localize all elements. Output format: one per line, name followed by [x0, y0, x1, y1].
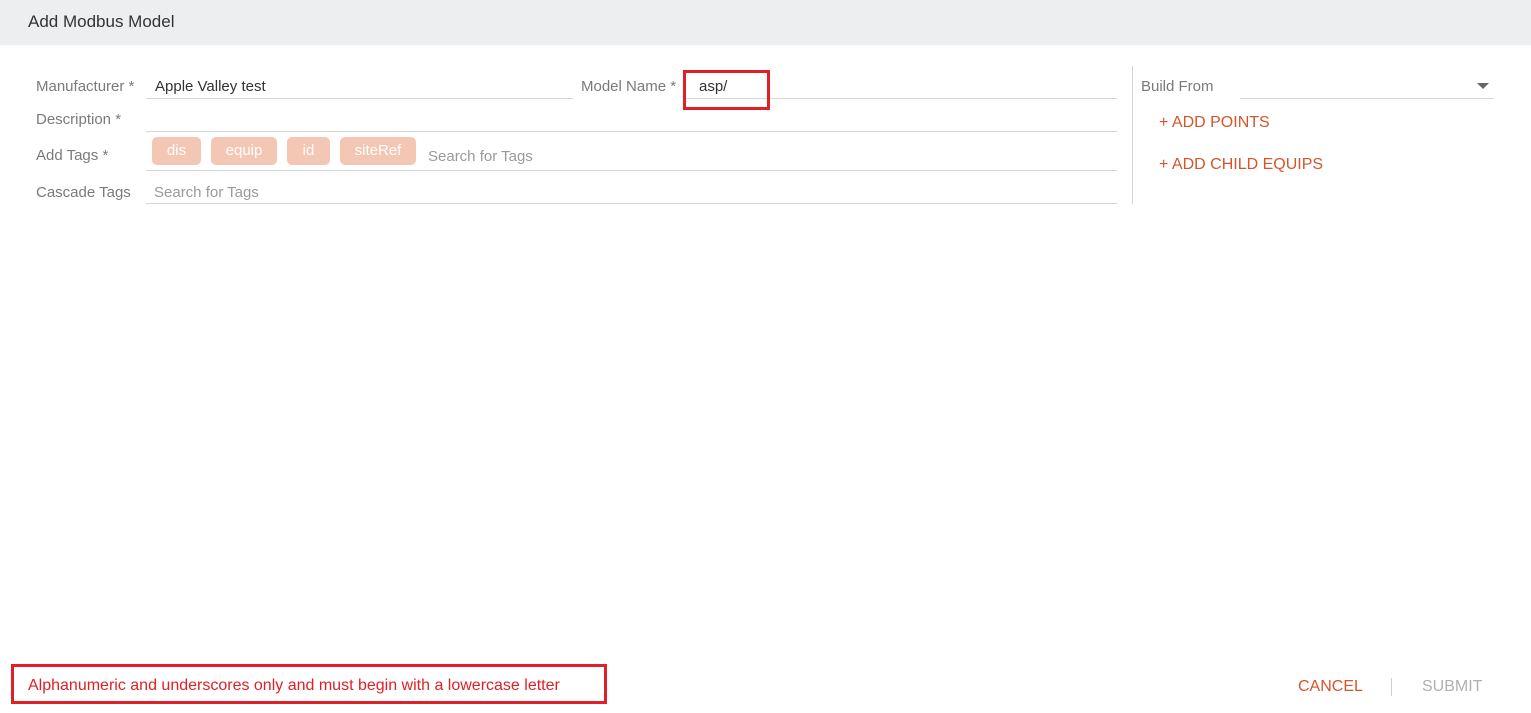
build-from-select[interactable]: [1240, 70, 1494, 99]
build-from-underline: [1240, 98, 1494, 99]
description-underline: [146, 131, 1117, 132]
add-tags-search-input[interactable]: Search for Tags: [426, 140, 1116, 168]
tag-chip[interactable]: equip: [211, 137, 277, 165]
cancel-button[interactable]: CANCEL: [1298, 678, 1363, 696]
manufacturer-label: Manufacturer *: [36, 78, 135, 95]
tag-chip[interactable]: dis: [152, 137, 201, 165]
tag-chip[interactable]: siteRef: [340, 137, 416, 165]
validation-error-message: Alphanumeric and underscores only and mu…: [28, 677, 560, 694]
add-points-button[interactable]: + ADD POINTS: [1159, 114, 1270, 132]
dialog-header: Add Modbus Model: [0, 0, 1531, 45]
description-field[interactable]: [146, 104, 1117, 132]
manufacturer-underline: [146, 98, 573, 99]
manufacturer-value: Apple Valley test: [155, 78, 266, 95]
panel-divider: [1132, 66, 1133, 204]
chevron-down-icon[interactable]: [1477, 83, 1489, 89]
cascade-tags-underline: [146, 203, 1117, 204]
add-modbus-model-dialog: Add Modbus Model Manufacturer * Apple Va…: [0, 0, 1531, 713]
add-tags-label: Add Tags *: [36, 147, 109, 164]
add-child-equips-button[interactable]: + ADD CHILD EQUIPS: [1159, 156, 1323, 174]
manufacturer-field[interactable]: Apple Valley test: [146, 70, 573, 99]
add-tags-placeholder: Search for Tags: [428, 148, 533, 165]
cascade-tags-search-input[interactable]: Search for Tags: [146, 177, 1117, 204]
model-name-label: Model Name *: [581, 78, 677, 95]
add-tags-underline: [146, 170, 1117, 171]
tag-chip[interactable]: id: [287, 137, 330, 165]
dialog-title: Add Modbus Model: [28, 12, 175, 31]
submit-button[interactable]: SUBMIT: [1422, 678, 1482, 696]
cascade-tags-label: Cascade Tags: [36, 184, 131, 201]
build-from-label: Build From: [1141, 78, 1214, 95]
description-label: Description *: [36, 111, 122, 128]
cascade-tags-placeholder: Search for Tags: [154, 184, 259, 201]
footer-separator: [1391, 678, 1392, 696]
